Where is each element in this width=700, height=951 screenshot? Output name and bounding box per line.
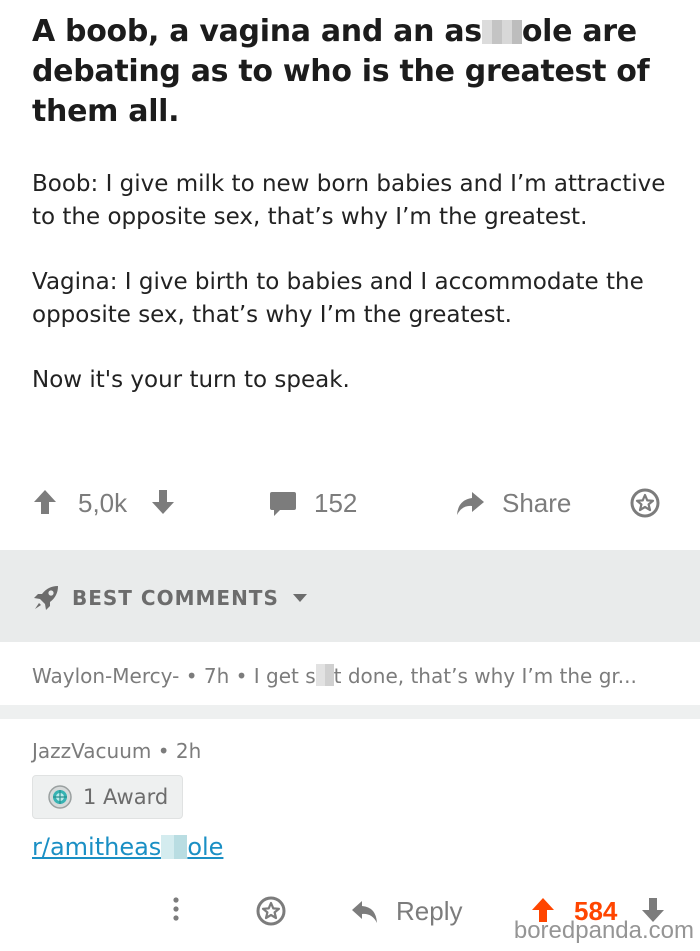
comment-bubble-icon	[270, 491, 296, 516]
meta-dot: •	[185, 664, 204, 688]
sort-bar: BEST COMMENTS	[0, 550, 700, 642]
meta-dot: •	[235, 664, 254, 688]
reply-arrow-icon	[352, 900, 377, 923]
collapsed-comment[interactable]: Waylon-Mercy- • 7h • I get s t done, that…	[32, 658, 676, 698]
censor-block	[481, 20, 522, 44]
comments-button[interactable]: 152	[268, 488, 357, 519]
reply-label: Reply	[396, 896, 463, 926]
subreddit-link-text-2[interactable]: ole	[187, 833, 223, 861]
arrow-down-icon	[152, 490, 174, 514]
comment-age: 2h	[175, 739, 202, 763]
vote-count: 5,0k	[78, 488, 128, 518]
comment-divider	[0, 705, 700, 719]
upvote-button[interactable]	[32, 488, 58, 516]
share-button[interactable]: Share	[454, 488, 571, 519]
chevron-down-icon	[292, 594, 307, 602]
comment: JazzVacuum • 2h 1 Award r/amitheas ole	[32, 735, 676, 863]
comment-text-2: t done, that’s why I’m the gr...	[333, 664, 637, 688]
post-paragraph-prompt: Now it's your turn to speak.	[32, 367, 350, 393]
award-badge[interactable]: 1 Award	[32, 775, 184, 819]
post-title-text-1: A boob, a vagina and an as	[32, 14, 482, 49]
comment-count: 152	[314, 488, 358, 518]
watermark: boredpanda.com	[513, 917, 694, 944]
post-paragraph-vagina: Vagina: I give birth to babies and I acc…	[32, 269, 644, 328]
award-medal-icon	[48, 785, 72, 809]
comment-text-1: I get s	[253, 664, 316, 688]
post-paragraph-boob: Boob: I give milk to new born babies and…	[32, 171, 666, 230]
more-vertical-icon	[173, 897, 179, 921]
comment-author[interactable]: Waylon-Mercy-	[32, 664, 179, 688]
rocket-icon	[34, 586, 58, 610]
reply-button[interactable]: Reply	[350, 896, 462, 927]
share-label: Share	[502, 488, 572, 518]
post: A boob, a vagina and an as ole are debati…	[0, 0, 700, 397]
subreddit-link-text-1[interactable]: r/amitheas	[32, 833, 161, 861]
comment-save-button[interactable]	[256, 896, 286, 926]
post-title: A boob, a vagina and an as ole are debati…	[32, 12, 668, 132]
comment-author[interactable]: JazzVacuum	[32, 739, 151, 763]
meta-dot: •	[157, 739, 176, 763]
award-label: 1 Award	[83, 785, 169, 809]
comment-meta: JazzVacuum • 2h	[32, 735, 676, 767]
sort-dropdown[interactable]: BEST COMMENTS	[32, 584, 309, 612]
subreddit-link[interactable]: r/amitheas ole	[32, 831, 676, 863]
post-actions-bar: 5,0k 152 Share	[0, 480, 700, 530]
comment-age: 7h	[203, 664, 230, 688]
censor-block	[315, 664, 334, 686]
star-icon	[630, 488, 660, 518]
downvote-button[interactable]	[150, 488, 176, 516]
sort-label: BEST COMMENTS	[72, 586, 279, 610]
censor-block	[161, 835, 188, 859]
share-arrow-icon	[457, 491, 484, 515]
save-button[interactable]	[630, 488, 660, 518]
star-icon	[256, 896, 286, 926]
arrow-up-icon	[34, 490, 56, 514]
more-options-button[interactable]	[170, 896, 182, 922]
